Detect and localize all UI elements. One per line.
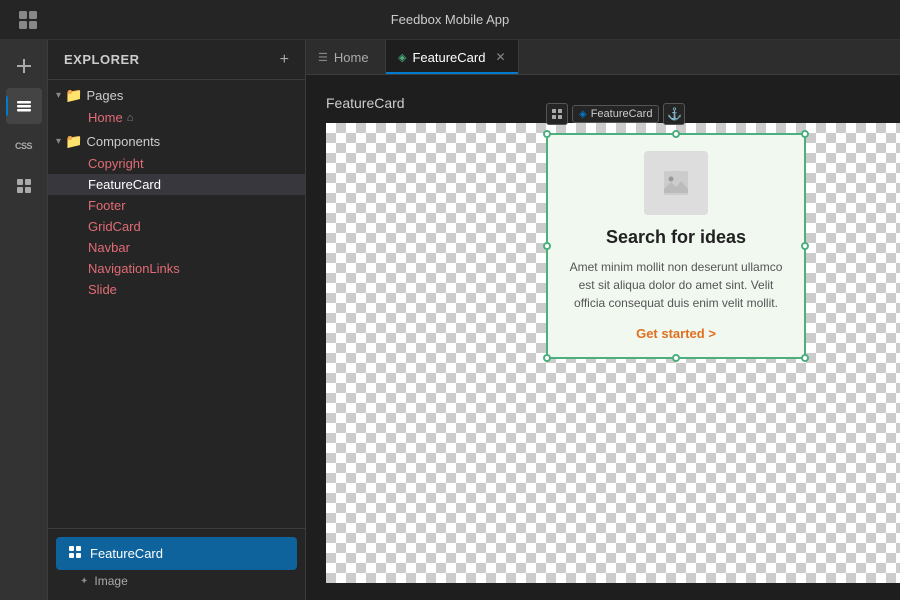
canvas-area[interactable]: FeatureCard bbox=[306, 75, 900, 600]
featurecard-label: FeatureCard bbox=[88, 177, 161, 192]
handle-mid-left[interactable] bbox=[543, 242, 551, 250]
card-title: Search for ideas bbox=[564, 227, 788, 248]
tab-featurecard-icon: ◈ bbox=[398, 51, 406, 64]
sidebar-bottom: FeatureCard ✦ Image bbox=[48, 528, 305, 600]
footer-label: Footer bbox=[88, 198, 126, 213]
toolbar-link-icon: ⚓ bbox=[667, 107, 682, 121]
active-component-label: FeatureCard bbox=[90, 546, 163, 561]
component-toolbar: ◈ FeatureCard ⚓ bbox=[546, 103, 685, 125]
sidebar: Explorer + ▾ 📁 Pages Home ⌂ ▾ � bbox=[48, 40, 306, 600]
slide-label: Slide bbox=[88, 282, 117, 297]
card-body: Amet minim mollit non deserunt ullamco e… bbox=[564, 258, 788, 312]
copyright-label: Copyright bbox=[88, 156, 144, 171]
active-component-item[interactable]: FeatureCard bbox=[56, 537, 297, 570]
components-chevron: ▾ bbox=[56, 136, 61, 147]
toolbar-grid-button[interactable] bbox=[546, 103, 568, 125]
sidebar-item-featurecard[interactable]: FeatureCard bbox=[48, 174, 305, 195]
content-area: ☰ Home ◈ FeatureCard ✕ FeatureCard bbox=[306, 40, 900, 600]
toolbar-component-label: FeatureCard bbox=[591, 108, 653, 120]
tab-featurecard-label: FeatureCard bbox=[412, 50, 485, 65]
sidebar-item-copyright[interactable]: Copyright bbox=[48, 153, 305, 174]
css-panel-icon[interactable]: CSS bbox=[6, 128, 42, 164]
feature-card-component[interactable]: ◈ FeatureCard ⚓ bbox=[546, 133, 806, 359]
pages-folder-label: Pages bbox=[86, 88, 123, 103]
toolbar-component-icon: ◈ bbox=[579, 109, 587, 120]
card-image-placeholder bbox=[644, 151, 708, 215]
handle-bot-right[interactable] bbox=[801, 354, 809, 362]
sub-item-icon: ✦ bbox=[80, 576, 88, 587]
sidebar-item-navbar[interactable]: Navbar bbox=[48, 237, 305, 258]
sidebar-item-navigationlinks[interactable]: NavigationLinks bbox=[48, 258, 305, 279]
card-link[interactable]: Get started > bbox=[564, 326, 788, 341]
components-section: ▾ 📁 Components Copyright FeatureCard Foo… bbox=[48, 130, 305, 300]
handle-top-center[interactable] bbox=[672, 130, 680, 138]
app-logo bbox=[16, 8, 40, 32]
pages-chevron: ▾ bbox=[56, 90, 61, 101]
navigationlinks-label: NavigationLinks bbox=[88, 261, 180, 276]
icon-bar: CSS bbox=[0, 40, 48, 600]
navbar-label: Navbar bbox=[88, 240, 130, 255]
tab-featurecard[interactable]: ◈ FeatureCard ✕ bbox=[386, 40, 519, 74]
handle-bot-center[interactable] bbox=[672, 354, 680, 362]
home-icon: ⌂ bbox=[127, 112, 134, 124]
topbar: Feedbox Mobile App bbox=[0, 0, 900, 40]
handle-mid-right[interactable] bbox=[801, 242, 809, 250]
sidebar-title: Explorer bbox=[64, 52, 140, 67]
sidebar-item-gridcard[interactable]: GridCard bbox=[48, 216, 305, 237]
pages-folder-icon: 📁 bbox=[65, 87, 82, 104]
pages-folder[interactable]: ▾ 📁 Pages bbox=[48, 84, 305, 107]
sub-item-label: Image bbox=[94, 574, 127, 588]
handle-bot-left[interactable] bbox=[543, 354, 551, 362]
sidebar-sub-image[interactable]: ✦ Image bbox=[56, 570, 297, 592]
pages-section: ▾ 📁 Pages Home ⌂ bbox=[48, 84, 305, 128]
add-panel-icon[interactable] bbox=[6, 48, 42, 84]
handle-top-right[interactable] bbox=[801, 130, 809, 138]
sidebar-header: Explorer + bbox=[48, 40, 305, 80]
tab-home[interactable]: ☰ Home bbox=[306, 40, 386, 74]
handle-top-left[interactable] bbox=[543, 130, 551, 138]
canvas-viewport: ◈ FeatureCard ⚓ bbox=[326, 123, 900, 583]
toolbar-link-button[interactable]: ⚓ bbox=[663, 103, 685, 125]
components-folder[interactable]: ▾ 📁 Components bbox=[48, 130, 305, 153]
tab-home-label: Home bbox=[334, 50, 369, 65]
tab-close-icon[interactable]: ✕ bbox=[495, 50, 505, 64]
sidebar-item-home[interactable]: Home ⌂ bbox=[48, 107, 305, 128]
toolbar-component-button[interactable]: ◈ FeatureCard bbox=[572, 105, 659, 123]
component-icon bbox=[68, 545, 82, 562]
assets-panel-icon[interactable] bbox=[6, 168, 42, 204]
sidebar-item-slide[interactable]: Slide bbox=[48, 279, 305, 300]
gridcard-label: GridCard bbox=[88, 219, 141, 234]
components-folder-icon: 📁 bbox=[65, 133, 82, 150]
home-label: Home bbox=[88, 110, 123, 125]
app-title: Feedbox Mobile App bbox=[391, 12, 510, 27]
layers-panel-icon[interactable] bbox=[6, 88, 42, 124]
sidebar-item-footer[interactable]: Footer bbox=[48, 195, 305, 216]
sidebar-tree: ▾ 📁 Pages Home ⌂ ▾ 📁 Components Copyrigh… bbox=[48, 80, 305, 528]
components-folder-label: Components bbox=[86, 134, 160, 149]
sidebar-add-button[interactable]: + bbox=[280, 51, 289, 69]
tabs-bar: ☰ Home ◈ FeatureCard ✕ bbox=[306, 40, 900, 75]
tab-home-icon: ☰ bbox=[318, 51, 328, 64]
